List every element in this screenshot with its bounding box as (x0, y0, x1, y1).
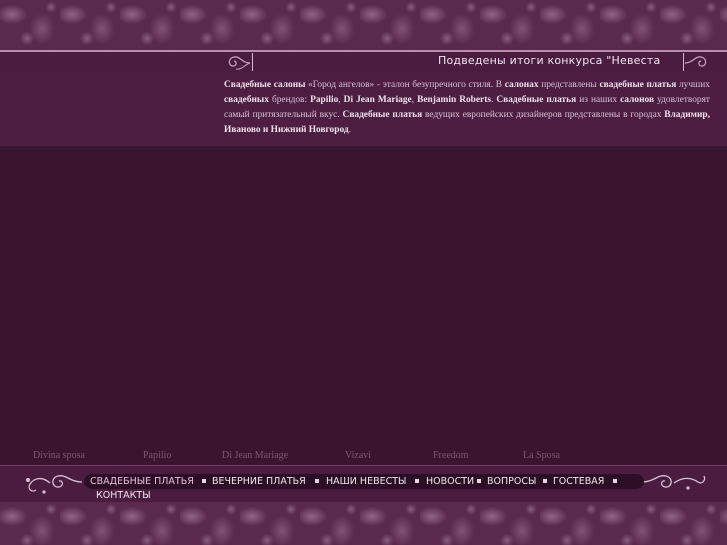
news-marquee[interactable]: Подведены итоги конкурса "Невеста (252, 53, 684, 71)
top-damask-banner (0, 0, 727, 50)
marquee-text: Подведены итоги конкурса "Невеста (438, 54, 661, 67)
intro-text-segment: ведущих европейских дизайнеров представл… (422, 110, 665, 120)
intro-keyword: Свадебные платья (496, 95, 577, 105)
nav-separator (315, 479, 319, 483)
intro-text-segment: лучших (676, 80, 710, 90)
brand-link-vizavi[interactable]: Vizavi (345, 450, 371, 461)
vine-ornament-left-icon (26, 475, 83, 494)
intro-brand-name: Di Jean Mariage (343, 95, 412, 105)
nav-separator (543, 479, 547, 483)
intro-text-segment: представлены (538, 80, 600, 90)
nav-separator (202, 479, 206, 483)
brand-link-freedom[interactable]: Freedom (433, 450, 469, 461)
intro-keyword: салонов (620, 95, 655, 105)
nav-separator (477, 479, 481, 483)
swirl-ornament-left-icon (228, 56, 251, 70)
brand-link-la-sposa[interactable]: La Sposa (523, 450, 560, 461)
vine-ornament-right-icon (641, 475, 706, 490)
brand-links: Divina sposa Papilio Di Jean Mariage Viz… (0, 450, 600, 466)
nav-separator (415, 479, 419, 483)
intro-text-segment: «Город ангелов» - эталон безупречного ст… (305, 80, 505, 90)
intro-keyword: свадебных (224, 95, 269, 105)
intro-brand-name: Benjamin Roberts (417, 95, 491, 105)
intro-keyword: Свадебные салоны (224, 80, 306, 90)
bottom-damask-banner (0, 502, 727, 545)
brand-link-di-jean-mariage[interactable]: Di Jean Mariage (222, 450, 288, 461)
main-content-area (0, 146, 727, 446)
brand-link-papilio[interactable]: Papilio (143, 450, 171, 461)
intro-keyword: салонах (504, 80, 539, 90)
swirl-ornament-right-icon (684, 56, 707, 67)
intro-text-segment: из наших (576, 95, 621, 105)
intro-text-segment: . (348, 125, 351, 135)
nav-item-questions[interactable]: ВОПРОСЫ (487, 476, 536, 487)
nav-item-contacts[interactable]: КОНТАКТЫ (96, 490, 151, 501)
brand-link-divina-sposa[interactable]: Divina sposa (33, 450, 85, 461)
nav-item-news[interactable]: НОВОСТИ (426, 476, 474, 487)
intro-brand-name: Papilio (310, 95, 339, 105)
intro-text-segment: брендов: (268, 95, 311, 105)
nav-item-wedding-dresses[interactable]: СВАДЕБНЫЕ ПЛАТЬЯ (90, 476, 194, 487)
intro-keyword: Свадебные платья (342, 110, 423, 120)
nav-item-guestbook[interactable]: ГОСТЕВАЯ (553, 476, 604, 487)
intro-keyword: свадебные платья (599, 80, 677, 90)
nav-item-our-brides[interactable]: НАШИ НЕВЕСТЫ (326, 476, 406, 487)
nav-item-evening-dresses[interactable]: ВЕЧЕРНИЕ ПЛАТЬЯ (212, 476, 306, 487)
nav-separator (613, 479, 617, 483)
intro-paragraph: Свадебные салоны «Город ангелов» - этало… (224, 78, 710, 138)
